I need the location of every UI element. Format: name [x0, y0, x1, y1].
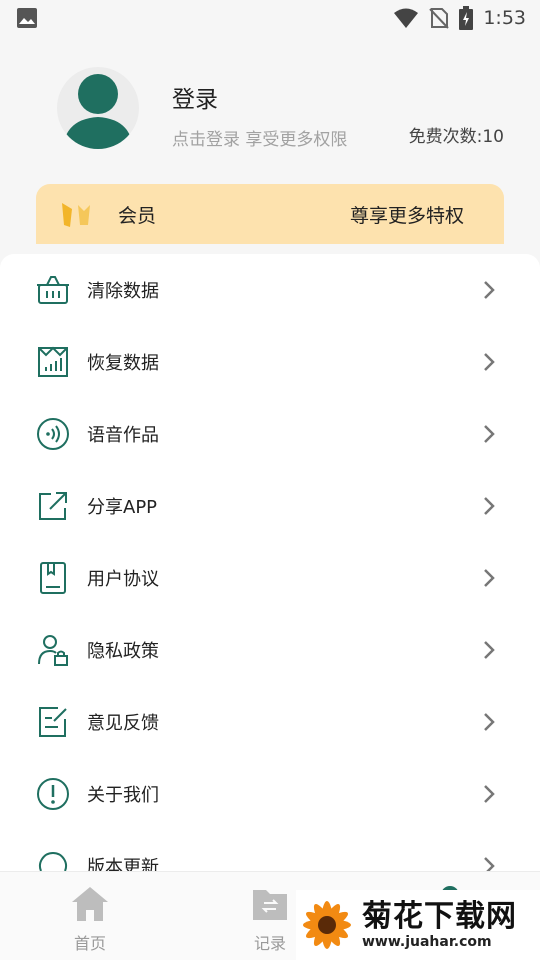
- chevron-right-icon: [484, 425, 495, 443]
- avatar[interactable]: [57, 67, 139, 149]
- menu-item-restore-data[interactable]: 恢复数据: [0, 326, 540, 398]
- menu-item-label: 关于我们: [87, 785, 159, 806]
- feedback-icon: [39, 707, 67, 737]
- menu-item-label: 用户协议: [87, 569, 159, 590]
- menu-item-label: 恢复数据: [87, 353, 159, 374]
- restore-chart-icon: [38, 346, 68, 377]
- nav-label: 记录: [253, 934, 286, 953]
- menu-item-label: 版本更新: [87, 857, 159, 871]
- nav-label: 首页: [73, 934, 106, 953]
- avatar-person-icon: [63, 74, 133, 149]
- info-icon: [37, 778, 69, 810]
- vip-card[interactable]: 会员 尊享更多特权: [36, 184, 504, 244]
- login-subtitle[interactable]: 点击登录 享受更多权限: [172, 125, 347, 150]
- menu-item-about-us[interactable]: 关于我们: [0, 758, 540, 830]
- chevron-right-icon: [484, 857, 495, 871]
- audio-icon: [37, 418, 69, 450]
- free-count: 免费次数:10: [408, 127, 504, 147]
- vip-benefits-text: 尊享更多特权: [349, 204, 464, 227]
- record-folder-icon: [253, 890, 287, 920]
- image-icon: [17, 8, 37, 28]
- menu-item-version-update[interactable]: 版本更新: [0, 830, 540, 871]
- home-icon: [72, 887, 108, 921]
- menu-item-feedback[interactable]: 意见反馈: [0, 686, 540, 758]
- user-lock-icon: [38, 635, 68, 666]
- chevron-right-icon: [484, 497, 495, 515]
- menu-item-label: 分享APP: [87, 497, 158, 518]
- chevron-right-icon: [484, 353, 495, 371]
- flower-logo-icon: [303, 901, 351, 949]
- settings-menu: 清除数据 恢复数据 语音作品 分享APP 用户协议 隐私政策 意见反馈 关于我们…: [0, 254, 540, 871]
- chevron-right-icon: [484, 785, 495, 803]
- book-icon: [40, 562, 66, 594]
- menu-item-privacy-policy[interactable]: 隐私政策: [0, 614, 540, 686]
- menu-item-clear-data[interactable]: 清除数据: [0, 254, 540, 326]
- no-sim-icon: [429, 8, 450, 29]
- update-icon: [39, 852, 67, 871]
- watermark-url: www.juahar.com: [362, 934, 492, 950]
- menu-item-label: 清除数据: [87, 281, 159, 302]
- menu-item-label: 语音作品: [87, 425, 159, 446]
- wifi-icon: [394, 8, 419, 28]
- chevron-right-icon: [484, 713, 495, 731]
- share-icon: [39, 492, 67, 520]
- battery-charging-icon: [459, 6, 474, 30]
- menu-item-user-agreement[interactable]: 用户协议: [0, 542, 540, 614]
- watermark-title: 菊花下载网: [362, 899, 517, 934]
- chevron-right-icon: [484, 281, 495, 299]
- crown-icon: [62, 203, 90, 227]
- status-time: 1:53: [483, 7, 526, 29]
- login-title[interactable]: 登录: [172, 80, 218, 114]
- vip-label: 会员: [118, 204, 157, 227]
- menu-item-label: 隐私政策: [87, 641, 159, 662]
- watermark: 菊花下载网 www.juahar.com: [296, 890, 540, 960]
- nav-tab-home[interactable]: 首页: [50, 884, 130, 954]
- menu-item-label: 意见反馈: [87, 713, 159, 734]
- basket-icon: [37, 276, 69, 304]
- menu-item-voice-works[interactable]: 语音作品: [0, 398, 540, 470]
- chevron-right-icon: [484, 641, 495, 659]
- menu-item-share-app[interactable]: 分享APP: [0, 470, 540, 542]
- chevron-right-icon: [484, 569, 495, 587]
- status-bar: 1:53: [0, 0, 540, 36]
